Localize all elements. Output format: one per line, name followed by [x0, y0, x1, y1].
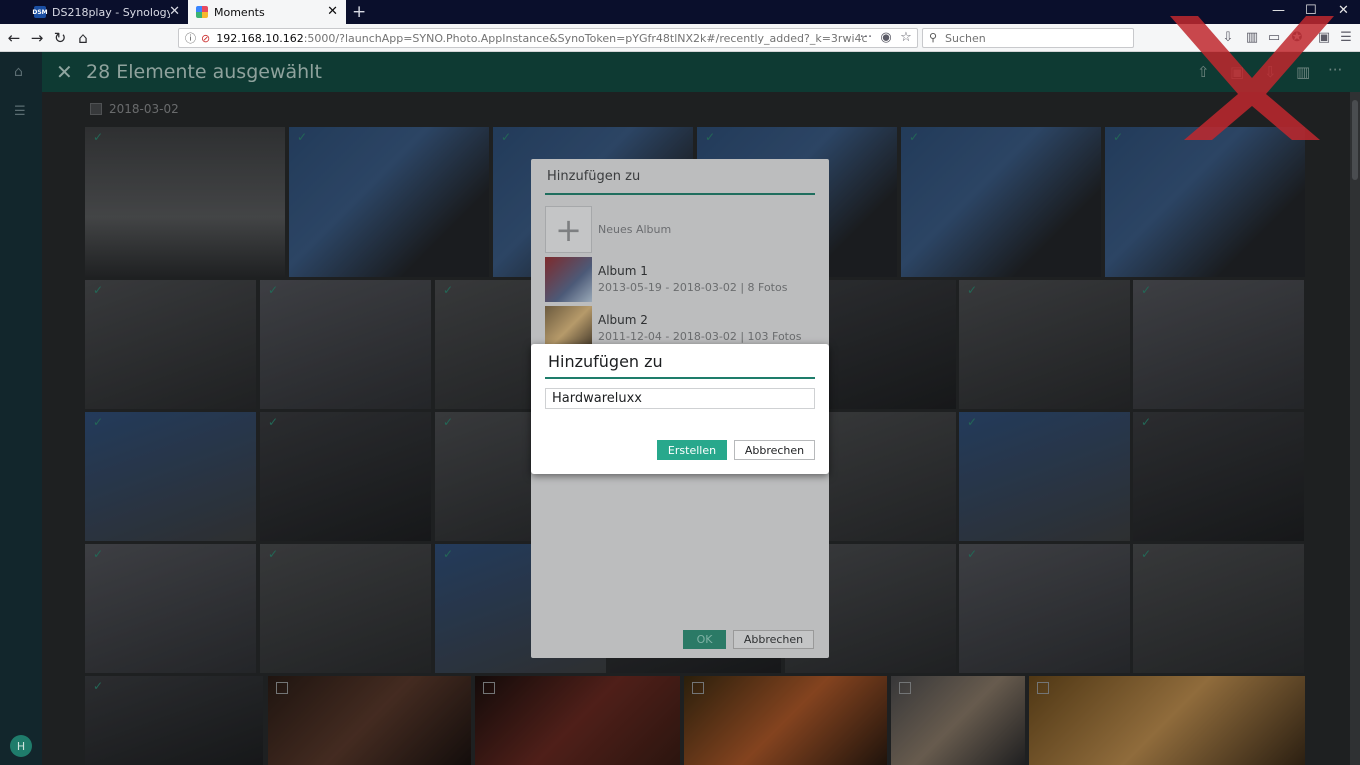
new-tab-button[interactable]: + [352, 2, 366, 22]
scrollbar[interactable] [1350, 92, 1360, 765]
search-icon: ⚲ [929, 31, 938, 44]
search-input[interactable]: ⚲ Suchen [922, 28, 1134, 48]
album-1-thumbnail[interactable] [545, 257, 592, 302]
album-name-input[interactable] [545, 388, 815, 409]
create-button[interactable]: Erstellen [657, 440, 727, 460]
album-1-name[interactable]: Album 1 [598, 264, 648, 278]
home-icon[interactable]: ⌂ [73, 28, 93, 48]
tab-label: Moments [214, 5, 265, 19]
dialog-title: Hinzufügen zu [547, 169, 641, 184]
home-icon[interactable]: ⌂ [14, 64, 23, 80]
album-2-name[interactable]: Album 2 [598, 313, 648, 327]
tab-dsm[interactable]: DSM DS218play - Synology DiskStati ✕ [26, 0, 188, 24]
search-placeholder: Suchen [945, 31, 986, 45]
back-arrow-icon[interactable]: ← [4, 28, 24, 48]
dsm-favicon-icon: DSM [32, 6, 48, 18]
bookmark-star-icon[interactable]: ☆ [898, 30, 914, 46]
url-bar[interactable]: ⓘ ⊘ 192.168.10.162 :5000/?launchApp=SYNO… [178, 28, 918, 48]
insecure-lock-icon: ⊘ [201, 31, 211, 45]
dialog-title: Hinzufügen zu [548, 352, 663, 371]
close-tab-icon[interactable]: ✕ [169, 4, 180, 19]
app-left-nav: ⌂ ☰ [0, 52, 42, 765]
title-divider [545, 193, 815, 195]
selection-count-title: 28 Elemente ausgewählt [86, 61, 322, 83]
album-1-meta: 2013-05-19 - 2018-03-02 | 8 Fotos [598, 281, 788, 294]
url-host: 192.168.10.162 [216, 31, 304, 45]
timeline-icon[interactable]: ☰ [14, 104, 26, 119]
title-divider [545, 377, 815, 379]
album-2-meta: 2011-12-04 - 2018-03-02 | 103 Fotos [598, 330, 802, 343]
reload-icon[interactable]: ↻ [50, 28, 70, 48]
page-actions-icon[interactable]: ··· [858, 30, 874, 46]
close-tab-icon[interactable]: ✕ [327, 4, 338, 19]
new-album-label[interactable]: Neues Album [598, 223, 671, 236]
ok-button[interactable]: OK [683, 630, 726, 649]
cancel-button[interactable]: Abbrechen [734, 440, 815, 460]
browser-tab-bar: DSM DS218play - Synology DiskStati ✕ Mom… [0, 0, 1360, 24]
browser-navbar: ← → ↻ ⌂ ⓘ ⊘ 192.168.10.162 :5000/?launch… [0, 24, 1360, 52]
create-album-dialog: Hinzufügen zu Erstellen Abbrechen [531, 344, 829, 474]
moments-favicon-icon [196, 6, 208, 18]
close-selection-icon[interactable]: ✕ [56, 60, 73, 84]
forward-arrow-icon[interactable]: → [27, 28, 47, 48]
scrollbar-thumb[interactable] [1352, 100, 1358, 180]
cancel-button[interactable]: Abbrechen [733, 630, 814, 649]
tab-label: DS218play - Synology DiskStati [52, 5, 170, 19]
pocket-icon[interactable]: ◉ [878, 30, 894, 46]
hardwareluxx-watermark-logo [1170, 16, 1334, 140]
url-path: :5000/?launchApp=SYNO.Photo.AppInstance&… [303, 31, 868, 45]
info-icon[interactable]: ⓘ [185, 30, 196, 46]
new-album-plus-icon[interactable]: + [545, 206, 592, 253]
tab-moments[interactable]: Moments ✕ [188, 0, 346, 24]
user-avatar[interactable]: H [10, 735, 32, 757]
